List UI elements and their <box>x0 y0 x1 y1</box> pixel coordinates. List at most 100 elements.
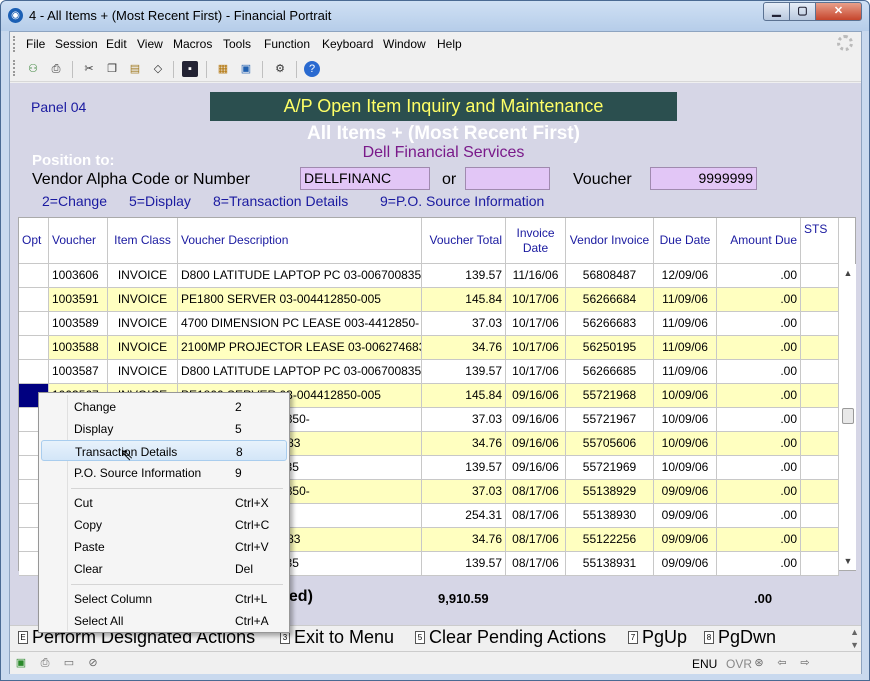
menu-session[interactable]: Session <box>55 37 98 51</box>
print-icon[interactable]: ⎙ <box>48 61 64 77</box>
opt-cell[interactable] <box>19 336 49 360</box>
scroll-down-arrow-icon[interactable]: ▼ <box>840 554 856 568</box>
invoice-date-cell: 10/17/06 <box>506 336 566 360</box>
fkey-scroll-arrows-icon[interactable]: ▲ ▼ <box>850 626 859 652</box>
table-row[interactable]: 1003591 INVOICE PE1800 SERVER 03-004412850… <box>19 288 839 312</box>
voucher-total-cell: 34.76 <box>422 336 506 360</box>
window-title: 4 - All Items + (Most Recent First) - Fi… <box>29 8 332 23</box>
close-button[interactable]: ✕ <box>815 2 862 21</box>
option-display: 5=Display <box>129 193 191 209</box>
menu-tools[interactable]: Tools <box>223 37 251 51</box>
context-item-display[interactable]: Display 5 <box>41 418 287 439</box>
context-item-shortcut: Ctrl+A <box>235 614 269 628</box>
due-date-cell: 09/09/06 <box>654 480 717 504</box>
context-item-select-all[interactable]: Select All Ctrl+A <box>41 610 287 631</box>
macro-play-icon[interactable]: ▣ <box>238 61 254 77</box>
due-date-cell: 10/09/06 <box>654 456 717 480</box>
vendor-number-field[interactable] <box>465 167 550 190</box>
fkey-pgup[interactable]: 7 PgUp <box>628 627 687 648</box>
sts-cell <box>801 384 839 408</box>
amount-due-cell: .00 <box>717 552 801 576</box>
table-row[interactable]: 1003589 INVOICE 4700 DIMENSION PC LEASE 00… <box>19 312 839 336</box>
menu-macros[interactable]: Macros <box>173 37 212 51</box>
col-header-item-class: Item Class <box>108 218 178 264</box>
context-item-change[interactable]: Change 2 <box>41 396 287 417</box>
opt-cell[interactable] <box>19 264 49 288</box>
forward-arrow-icon[interactable]: ⇨ <box>798 656 812 670</box>
menu-file[interactable]: File <box>26 37 45 51</box>
item-class-cell: INVOICE <box>108 312 178 336</box>
menu-edit[interactable]: Edit <box>106 37 127 51</box>
voucher-total-cell: 34.76 <box>422 432 506 456</box>
paste-icon[interactable]: ▤ <box>127 61 143 77</box>
table-row[interactable]: 1003587 INVOICE D800 LATITUDE LAPTOP PC 03… <box>19 360 839 384</box>
back-arrow-icon[interactable]: ⇦ <box>775 656 789 670</box>
context-item-select-column[interactable]: Select Column Ctrl+L <box>41 588 287 609</box>
amount-due-sum: .00 <box>754 591 773 606</box>
fkey-clear-pending[interactable]: 5 Clear Pending Actions <box>415 627 606 648</box>
table-row[interactable]: 1003588 INVOICE 2100MP PROJECTOR LEASE 03-… <box>19 336 839 360</box>
vendor-field[interactable]: DELLFINANC <box>300 167 430 190</box>
scroll-up-arrow-icon[interactable]: ▲ <box>840 266 856 280</box>
invoice-date-cell: 09/16/06 <box>506 456 566 480</box>
opt-cell[interactable] <box>19 288 49 312</box>
maximize-button[interactable]: ▢ <box>789 2 816 21</box>
terminal-icon[interactable]: ▪ <box>182 61 198 77</box>
menu-function[interactable]: Function <box>264 37 310 51</box>
voucher-cell: 1003587 <box>49 360 108 384</box>
invoice-date-cell: 08/17/06 <box>506 528 566 552</box>
voucher-total-cell: 139.57 <box>422 360 506 384</box>
vendor-invoice-cell: 56250195 <box>566 336 654 360</box>
context-item-copy[interactable]: Copy Ctrl+C <box>41 514 287 535</box>
menu-keyboard[interactable]: Keyboard <box>322 37 373 51</box>
opt-cell[interactable] <box>19 360 49 384</box>
scroll-thumb[interactable] <box>842 408 854 424</box>
item-class-cell: INVOICE <box>108 336 178 360</box>
opt-cell[interactable] <box>19 312 49 336</box>
due-date-cell: 09/09/06 <box>654 504 717 528</box>
due-date-cell: 10/09/06 <box>654 408 717 432</box>
voucher-cell: 1003588 <box>49 336 108 360</box>
menu-help[interactable]: Help <box>437 37 462 51</box>
context-item-transaction-details[interactable]: Transaction Details 8 <box>41 440 287 461</box>
vendor-invoice-cell: 55138930 <box>566 504 654 528</box>
vendor-name: Dell Financial Services <box>362 144 525 161</box>
menu-window[interactable]: Window <box>383 37 426 51</box>
voucher-field[interactable]: 9999999 <box>650 167 757 190</box>
context-item-clear[interactable]: Clear Del <box>41 558 287 579</box>
panel-label: Panel 04 <box>31 99 87 115</box>
help-icon[interactable]: ? <box>304 61 320 77</box>
context-item-label: Change <box>74 400 117 414</box>
globe-icon[interactable]: ◉ <box>8 8 23 23</box>
eraser-icon[interactable]: ◇ <box>150 61 166 77</box>
table-row[interactable]: 1003606 INVOICE D800 LATITUDE LAPTOP PC 03… <box>19 264 839 288</box>
settings-gear-icon[interactable]: ⚙ <box>272 61 288 77</box>
context-item-cut[interactable]: Cut Ctrl+X <box>41 492 287 513</box>
context-item-label: P.O. Source Information <box>74 466 202 480</box>
copy-icon[interactable]: ❐ <box>104 61 120 77</box>
amount-due-cell: .00 <box>717 312 801 336</box>
fkey-label: PgUp <box>642 627 688 647</box>
context-item-paste[interactable]: Paste Ctrl+V <box>41 536 287 557</box>
context-item-shortcut: 9 <box>235 466 242 480</box>
cut-icon[interactable]: ✂ <box>81 61 97 77</box>
col-header-amount-due: Amount Due <box>717 218 801 264</box>
invoice-date-cell: 10/17/06 <box>506 360 566 384</box>
fkey-exit-menu[interactable]: 3 Exit to Menu <box>280 627 394 648</box>
voucher-total-sum: 9,910.59 <box>438 591 489 606</box>
vertical-scrollbar[interactable]: ▲ ▼ <box>840 264 856 570</box>
title-bar[interactable]: ◉ 4 - All Items + (Most Recent First) - … <box>1 1 869 31</box>
item-class-cell: INVOICE <box>108 288 178 312</box>
menu-view[interactable]: View <box>137 37 163 51</box>
macro-record-icon[interactable]: ▦ <box>215 61 231 77</box>
col-header-voucher: Voucher <box>49 218 108 264</box>
voucher-total-cell: 34.76 <box>422 528 506 552</box>
context-item-label: Display <box>74 422 114 436</box>
vendor-invoice-cell: 56266684 <box>566 288 654 312</box>
menu-bar: File Session Edit View Macros Tools Func… <box>10 32 861 56</box>
connect-icon[interactable]: ⚇ <box>25 61 41 77</box>
context-item-po-source[interactable]: P.O. Source Information 9 <box>41 462 287 483</box>
fkey-pgdwn[interactable]: 8 PgDwn <box>704 627 776 648</box>
amount-due-cell: .00 <box>717 264 801 288</box>
minimize-button[interactable]: ▁ <box>763 2 790 21</box>
